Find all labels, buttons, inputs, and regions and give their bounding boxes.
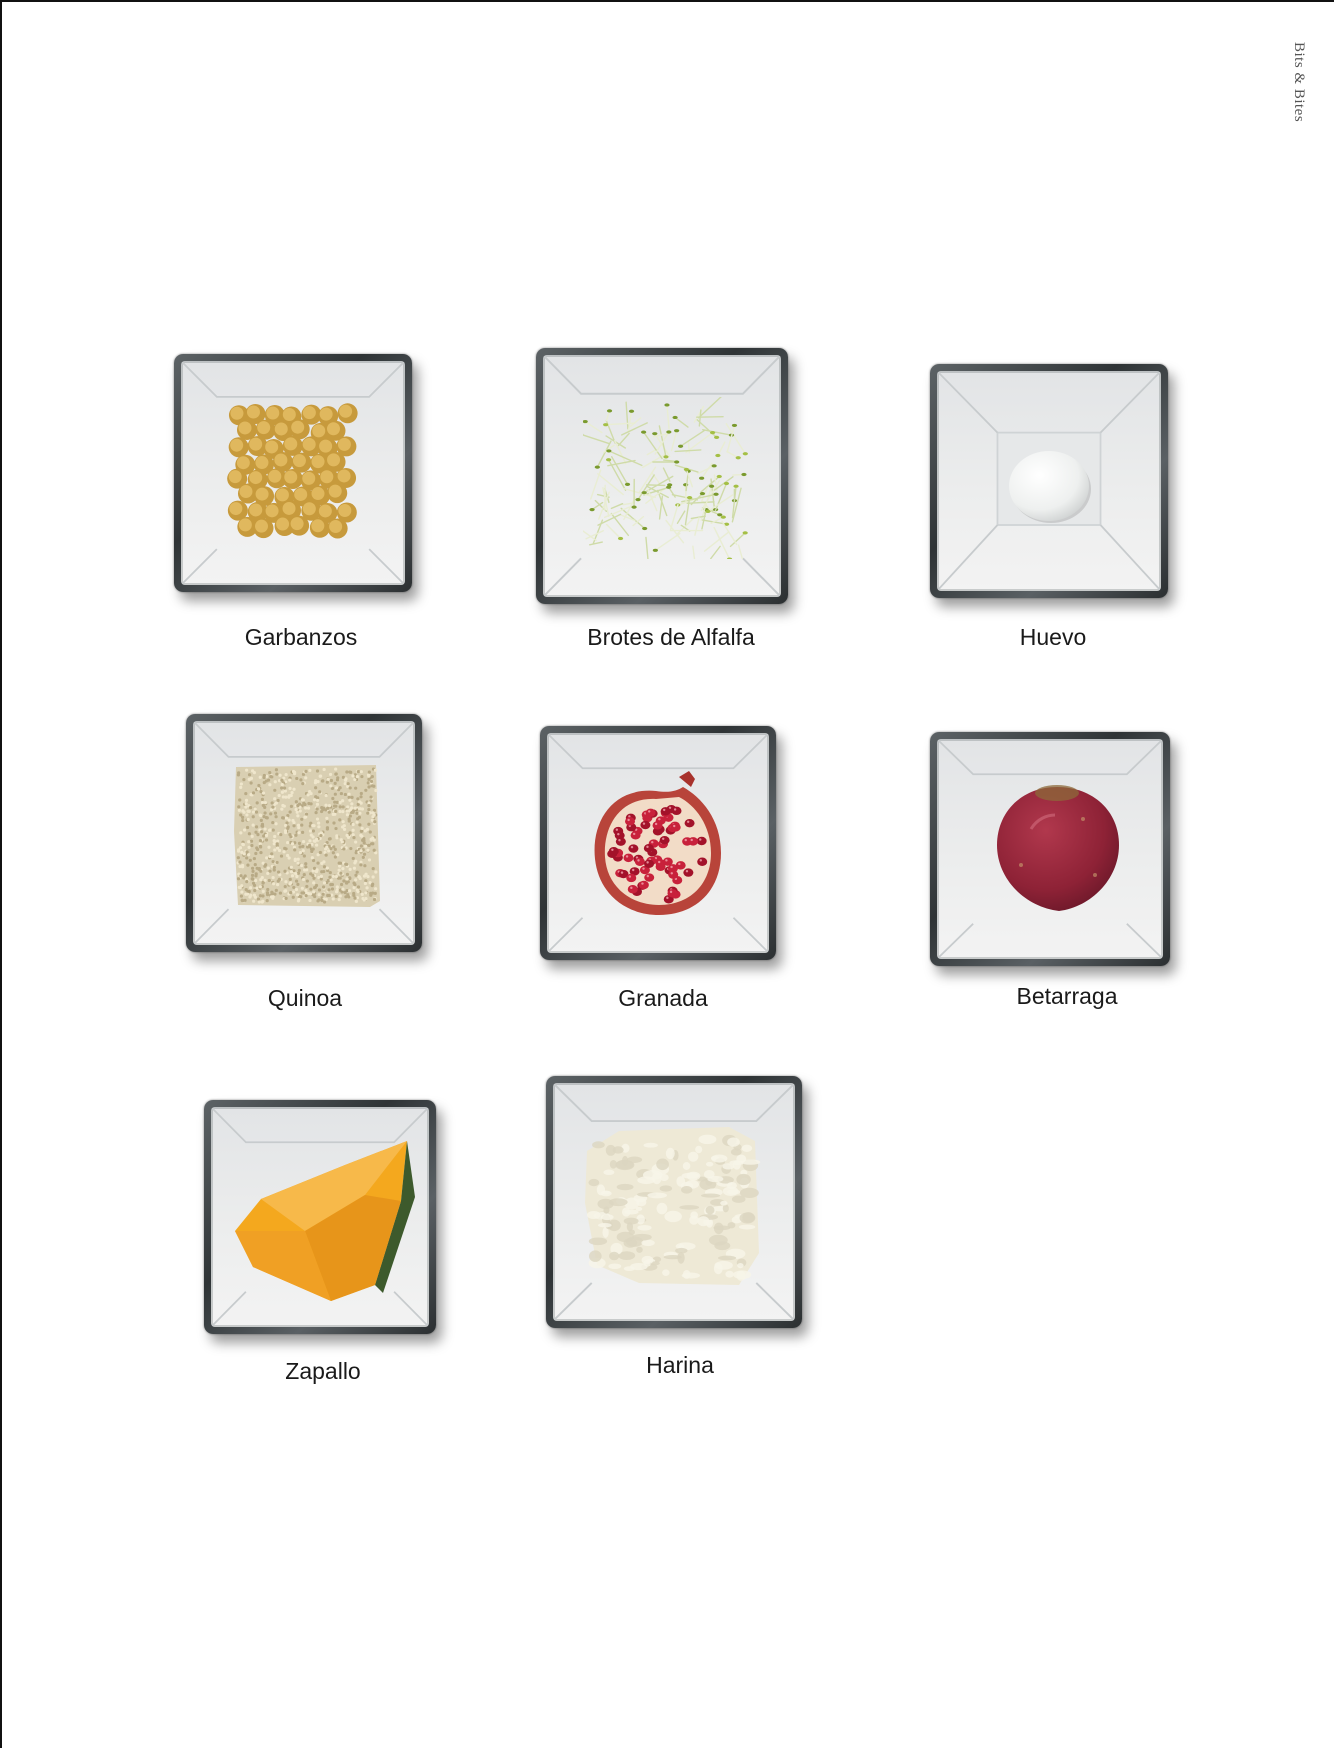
chickpeas-icon [225, 403, 361, 543]
ingredient-label: Brotes de Alfalfa [587, 624, 755, 650]
ingredient-label: Quinoa [267, 985, 343, 1011]
flour-icon [579, 1123, 763, 1289]
beetroot-icon [991, 779, 1125, 915]
glass-dish [204, 1100, 436, 1334]
glass-dish [174, 354, 412, 592]
pomegranate-icon [583, 769, 729, 919]
alfalfa-sprouts-icon [583, 397, 751, 559]
glass-dish [546, 1076, 802, 1328]
glass-dish [186, 714, 422, 952]
quinoa-icon [230, 761, 382, 911]
egg-icon [1005, 445, 1095, 527]
ingredient-label: Zapallo [285, 1358, 361, 1384]
glass-dish [540, 726, 776, 960]
ingredient-label: Granada [618, 985, 708, 1011]
glass-dish [930, 732, 1170, 966]
ingredient-label: Betarraga [1016, 983, 1118, 1009]
running-head: Bits & Bites [1291, 42, 1307, 123]
pumpkin-icon [225, 1135, 415, 1307]
ingredient-label: Garbanzos [244, 624, 358, 650]
ingredient-label: Harina [646, 1352, 714, 1378]
glass-dish [930, 364, 1168, 598]
ingredient-label: Huevo [1019, 624, 1087, 650]
glass-dish [536, 348, 788, 604]
